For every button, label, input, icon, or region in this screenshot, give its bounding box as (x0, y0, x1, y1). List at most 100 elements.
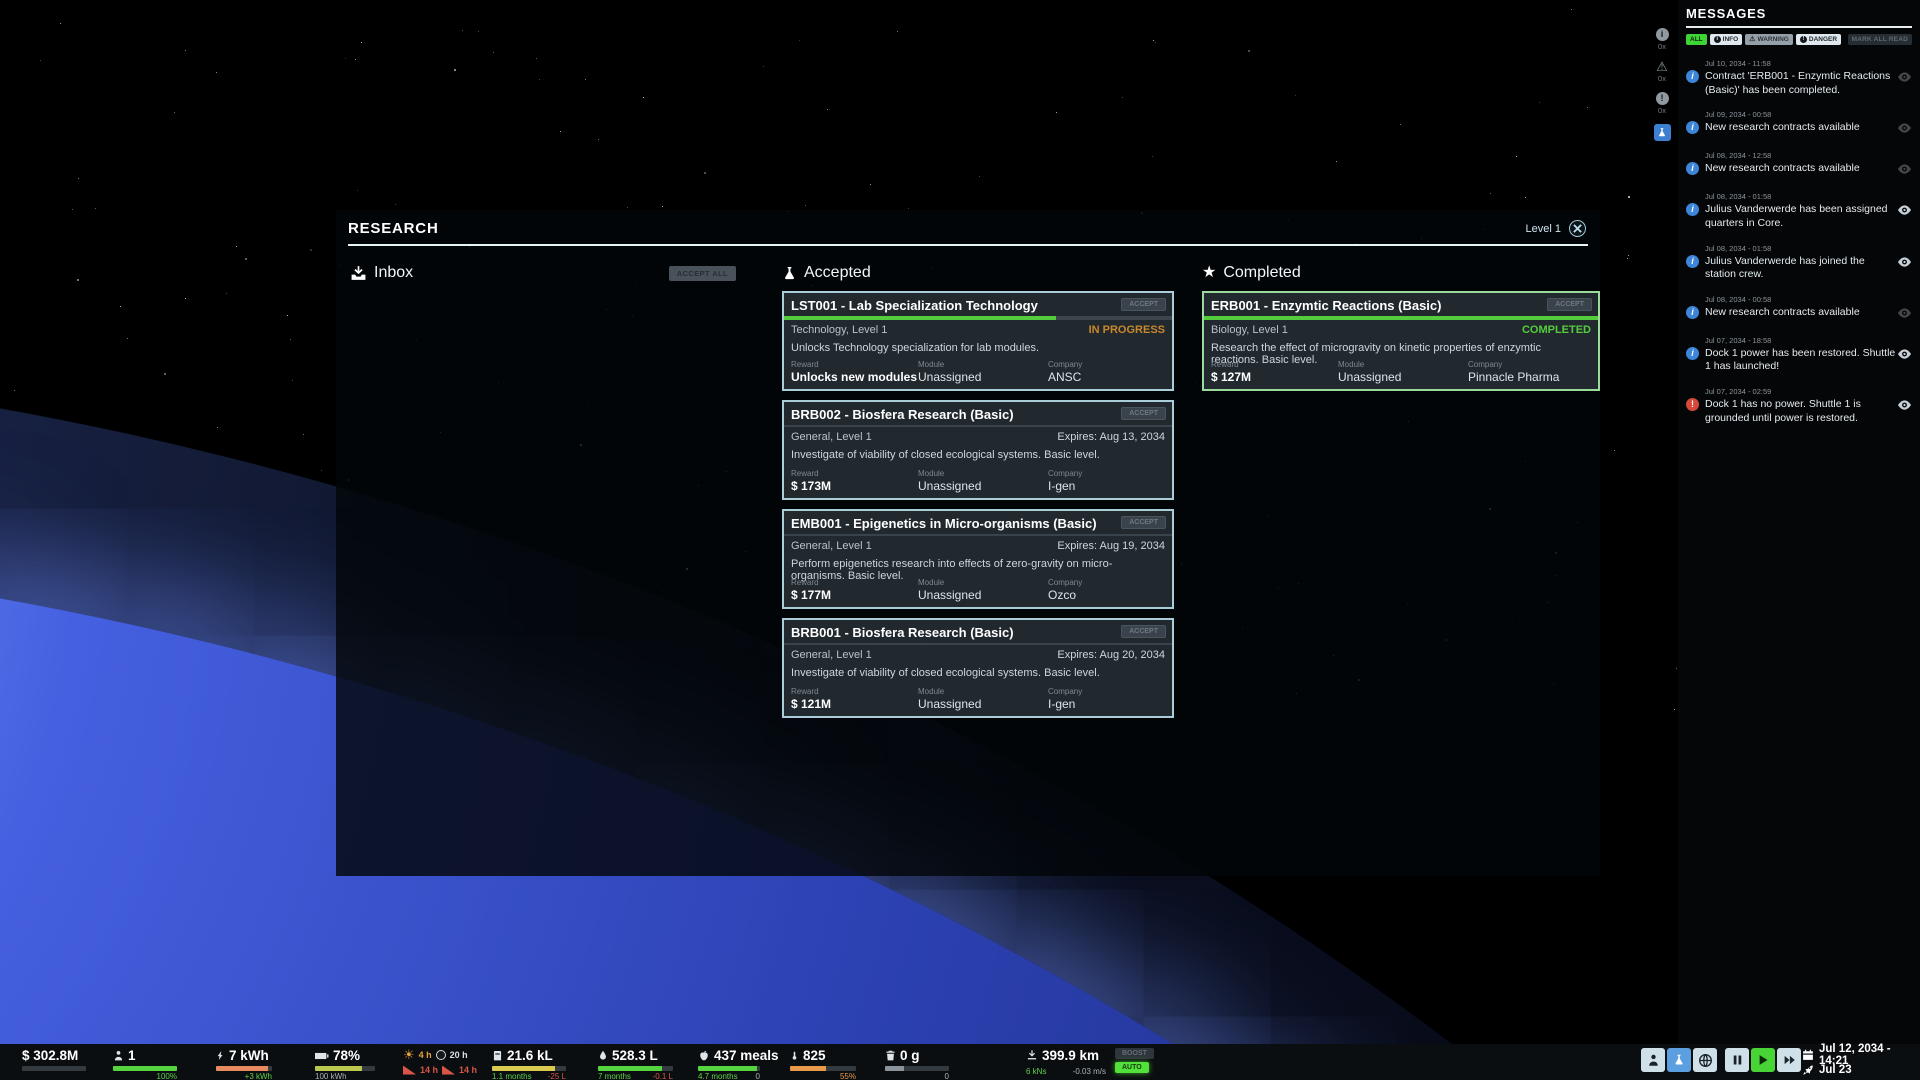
crew-button[interactable] (1641, 1048, 1665, 1072)
decay-hours-2: 14 h (459, 1065, 477, 1075)
waste-sub: 0 (945, 1072, 949, 1080)
fast-forward-button[interactable] (1777, 1048, 1801, 1072)
eye-icon[interactable] (1897, 123, 1912, 133)
messages-panel: MESSAGES ALL i INFO ⚠ WARNING ! DANGER M… (1678, 0, 1920, 1080)
reward-label: Reward (1211, 360, 1338, 369)
oxygen-sub: 55% (840, 1072, 856, 1080)
research-button[interactable] (1667, 1048, 1691, 1072)
navigation-button[interactable] (1693, 1048, 1717, 1072)
eye-icon[interactable] (1897, 72, 1912, 82)
accept-button[interactable]: ACCEPT (1121, 407, 1166, 420)
card-category: General, Level 1 (791, 649, 872, 661)
play-button[interactable] (1751, 1048, 1775, 1072)
accepted-column: Accepted LST001 - Lab Specialization Tec… (782, 262, 1174, 718)
eye-icon[interactable] (1897, 257, 1912, 267)
module-value: Unassigned (918, 370, 1048, 384)
info-icon: i (1714, 36, 1721, 43)
crew-value: 1 (128, 1048, 136, 1063)
auto-button[interactable]: AUTO (1115, 1062, 1149, 1073)
message-type-icon: i (1686, 162, 1699, 175)
company-label: Company (1048, 578, 1165, 587)
altitude-velocity: -0.03 m/s (1073, 1067, 1106, 1076)
battery-sub: 100 kWh (315, 1072, 347, 1080)
stat-crew: 1 100% (113, 1048, 177, 1080)
money-value: $ 302.8M (22, 1048, 78, 1063)
status-bar: $ 302.8M 1 100% 7 kWh +3 kWh 78% (0, 1044, 1920, 1080)
accept-button[interactable]: ACCEPT (1121, 298, 1166, 311)
water-sub-left: 1.1 months (492, 1072, 532, 1080)
message-item: ! Jul 07, 2034 - 02:59 Dock 1 has no pow… (1686, 387, 1912, 425)
panel-title: RESEARCH (348, 220, 439, 237)
filter-warning-button[interactable]: ⚠ WARNING (1745, 34, 1793, 45)
reward-label: Reward (791, 687, 918, 696)
filter-danger-button[interactable]: ! DANGER (1796, 34, 1841, 45)
stat-daylight: ☀ 4 h 20 h 14 h 14 h (403, 1048, 477, 1075)
close-button[interactable] (1569, 220, 1586, 237)
crew-sub: 100% (157, 1072, 177, 1080)
accept-button[interactable]: ACCEPT (1121, 516, 1166, 529)
pause-button[interactable] (1725, 1048, 1749, 1072)
company-label: Company (1048, 469, 1165, 478)
stat-power: 7 kWh +3 kWh (216, 1048, 272, 1080)
message-date: Jul 07, 2034 - 18:58 (1705, 336, 1896, 345)
eye-icon[interactable] (1897, 349, 1912, 359)
accept-button[interactable]: ACCEPT (1547, 298, 1592, 311)
danger-counter[interactable]: ! 0x (1650, 92, 1674, 115)
next-event-label: Jul 23 (1819, 1064, 1852, 1076)
message-text: Dock 1 has no power. Shuttle 1 is ground… (1705, 398, 1896, 425)
eye-icon[interactable] (1897, 308, 1912, 318)
close-icon (1573, 224, 1582, 233)
game-screen: RESEARCH Level 1 Inbox ACCEPT A (0, 0, 1920, 1080)
card-status: COMPLETED (1522, 324, 1591, 336)
research-panel: RESEARCH Level 1 Inbox ACCEPT A (336, 210, 1600, 876)
eye-icon[interactable] (1897, 164, 1912, 174)
message-date: Jul 08, 2034 - 01:58 (1705, 192, 1896, 201)
play-icon (1757, 1054, 1769, 1066)
message-text: New research contracts available (1705, 162, 1896, 176)
message-text: Julius Vanderwerde has been assigned qua… (1705, 203, 1896, 230)
danger-icon: ! (1656, 92, 1669, 105)
stat-altitude: 399.9 km 6 kNs -0.03 m/s BOOST AUTO (1026, 1048, 1154, 1076)
company-value: Pinnacle Pharma (1468, 370, 1591, 384)
mark-all-read-button[interactable]: MARK ALL READ (1848, 34, 1912, 45)
accept-all-button[interactable]: ACCEPT ALL (669, 266, 736, 281)
messages-underline (1686, 26, 1912, 28)
eye-icon[interactable] (1897, 400, 1912, 410)
module-value: Unassigned (918, 588, 1048, 602)
eye-icon[interactable] (1897, 205, 1912, 215)
research-notification-button[interactable] (1654, 124, 1671, 141)
accepted-label: Accepted (804, 264, 871, 282)
warning-icon: ⚠ (1749, 36, 1755, 43)
boost-button[interactable]: BOOST (1115, 1048, 1154, 1059)
accept-button[interactable]: ACCEPT (1121, 625, 1166, 638)
reward-value: $ 177M (791, 588, 918, 602)
reward-label: Reward (791, 578, 918, 587)
eclipse-icon (436, 1050, 446, 1060)
money-bar (22, 1066, 86, 1071)
crew-bar (113, 1066, 177, 1071)
message-type-icon: ! (1686, 398, 1699, 411)
clock-block: Jul 12, 2034 - 14:21 Jul 23 (1802, 1047, 1920, 1077)
warning-counter[interactable]: ⚠ 0x (1650, 60, 1674, 83)
reward-value: $ 127M (1211, 370, 1338, 384)
power-bar (216, 1066, 272, 1071)
filter-danger-label: DANGER (1809, 36, 1837, 43)
reward-label: Reward (791, 360, 918, 369)
oxygen-value: 825 (803, 1048, 826, 1063)
filter-info-button[interactable]: i INFO (1710, 34, 1743, 45)
info-counter[interactable]: i 0x (1650, 28, 1674, 51)
battery-bar (315, 1066, 375, 1071)
warning-count: 0x (1650, 74, 1674, 83)
card-category: Biology, Level 1 (1211, 324, 1288, 336)
card-description: Investigate of viability of closed ecolo… (791, 449, 1165, 461)
person-icon (113, 1049, 124, 1062)
card-description: Investigate of viability of closed ecolo… (791, 667, 1165, 679)
company-label: Company (1048, 360, 1165, 369)
power-value: 7 kWh (229, 1048, 269, 1063)
rocket-icon (1802, 1064, 1814, 1076)
filter-all-button[interactable]: ALL (1686, 34, 1707, 45)
message-type-icon: i (1686, 70, 1699, 83)
card-title: LST001 - Lab Specialization Technology (791, 298, 1038, 313)
message-item: i Jul 09, 2034 - 00:58 New research cont… (1686, 110, 1912, 138)
module-label: Module (918, 360, 1048, 369)
